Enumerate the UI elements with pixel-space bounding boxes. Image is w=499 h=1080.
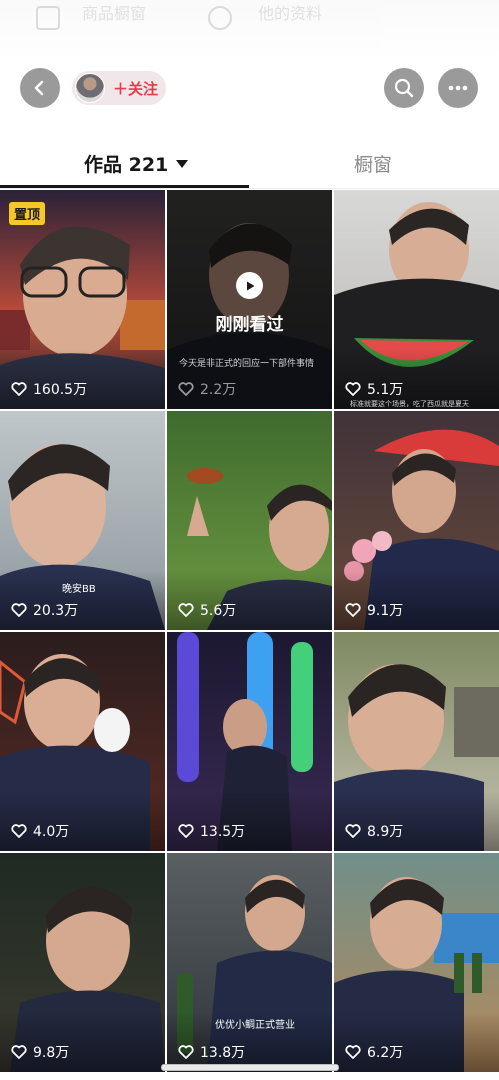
video-tile[interactable]: 9.8万	[0, 853, 165, 1072]
like-count-value: 160.5万	[33, 382, 88, 398]
search-icon	[394, 78, 414, 98]
video-tile[interactable]: 标准就要这个场景，吃了西瓜就是夏天 5.1万	[334, 190, 499, 409]
video-caption: 优优小鲷正式营业	[215, 1020, 295, 1031]
video-tile[interactable]: 刚刚看过 今天是非正式的回应一下部件事情 2.2万	[167, 190, 332, 409]
recently-watched-overlay	[167, 190, 332, 409]
heart-icon	[11, 824, 27, 838]
heart-icon	[178, 824, 194, 838]
like-count-value: 9.1万	[367, 603, 404, 619]
follow-button[interactable]: ＋关注	[72, 71, 166, 105]
video-tile[interactable]: 5.6万	[167, 411, 332, 630]
like-count-value: 2.2万	[200, 382, 237, 398]
like-count: 9.1万	[345, 600, 403, 620]
more-button[interactable]	[438, 68, 478, 108]
caret-down-icon	[176, 159, 189, 168]
faded-header-strip: 商品橱窗 他的资料	[0, 0, 499, 60]
like-count: 2.2万	[178, 379, 236, 399]
like-count-value: 4.0万	[33, 824, 70, 840]
search-button[interactable]	[384, 68, 424, 108]
like-count: 4.0万	[11, 821, 69, 841]
video-tile[interactable]: 13.5万	[167, 632, 332, 851]
heart-icon	[11, 1045, 27, 1059]
heart-icon	[345, 1045, 361, 1059]
like-count-value: 20.3万	[33, 603, 79, 619]
video-tile[interactable]: 8.9万	[334, 632, 499, 851]
video-tile[interactable]: 6.2万	[334, 853, 499, 1072]
like-count: 160.5万	[11, 379, 87, 399]
like-count: 6.2万	[345, 1042, 403, 1062]
play-icon	[236, 272, 263, 299]
like-count-value: 13.5万	[200, 824, 246, 840]
tab-works[interactable]: 作品 221	[84, 150, 189, 177]
like-count: 8.9万	[345, 821, 403, 841]
like-count-value: 9.8万	[33, 1045, 70, 1061]
tab-divider	[0, 188, 499, 189]
back-button[interactable]	[20, 68, 60, 108]
video-tile[interactable]: 晚安BB 20.3万	[0, 411, 165, 630]
video-caption: 今天是非正式的回应一下部件事情	[179, 359, 315, 369]
like-count: 13.5万	[178, 821, 245, 841]
like-count: 13.8万	[178, 1042, 245, 1062]
like-count-value: 5.1万	[367, 382, 404, 398]
like-count-value: 8.9万	[367, 824, 404, 840]
faded-left-label: 商品橱窗	[82, 4, 147, 23]
video-tile[interactable]: 4.0万	[0, 632, 165, 851]
heart-icon	[178, 603, 194, 617]
like-count: 5.1万	[345, 379, 403, 399]
like-count-value: 5.6万	[200, 603, 237, 619]
like-count: 9.8万	[11, 1042, 69, 1062]
video-tile[interactable]: 优优小鲷正式营业 13.8万	[167, 853, 332, 1072]
profile-icon	[208, 6, 232, 30]
pinned-badge: 置顶	[9, 202, 46, 225]
tab-window[interactable]: 橱窗	[354, 150, 392, 177]
tab-works-label: 作品 221	[84, 154, 169, 176]
store-icon	[36, 6, 60, 30]
recently-watched-label: 刚刚看过	[215, 315, 284, 335]
video-caption: 标准就要这个场景，吃了西瓜就是夏天	[350, 400, 469, 408]
home-indicator[interactable]	[161, 1064, 339, 1071]
avatar	[75, 73, 105, 103]
heart-icon	[178, 382, 194, 396]
more-horizontal-icon	[448, 85, 468, 91]
chevron-left-icon	[34, 80, 44, 96]
heart-icon	[178, 1045, 194, 1059]
faded-right-label: 他的资料	[258, 4, 323, 23]
video-tile[interactable]: 置顶 160.5万	[0, 190, 165, 409]
heart-icon	[11, 382, 27, 396]
tab-window-label: 橱窗	[354, 154, 393, 176]
heart-icon	[345, 824, 361, 838]
heart-icon	[11, 603, 27, 617]
heart-icon	[345, 382, 361, 396]
like-count-value: 6.2万	[367, 1045, 404, 1061]
video-caption: 晚安BB	[62, 584, 96, 595]
heart-icon	[345, 603, 361, 617]
follow-label: ＋关注	[113, 79, 159, 98]
video-tile[interactable]: 9.1万	[334, 411, 499, 630]
like-count: 20.3万	[11, 600, 78, 620]
like-count: 5.6万	[178, 600, 236, 620]
video-grid: 置顶 160.5万 刚刚看过 今天是非正式的回应一下部件事情 2.2万 标准就要…	[0, 190, 499, 1080]
like-count-value: 13.8万	[200, 1045, 246, 1061]
